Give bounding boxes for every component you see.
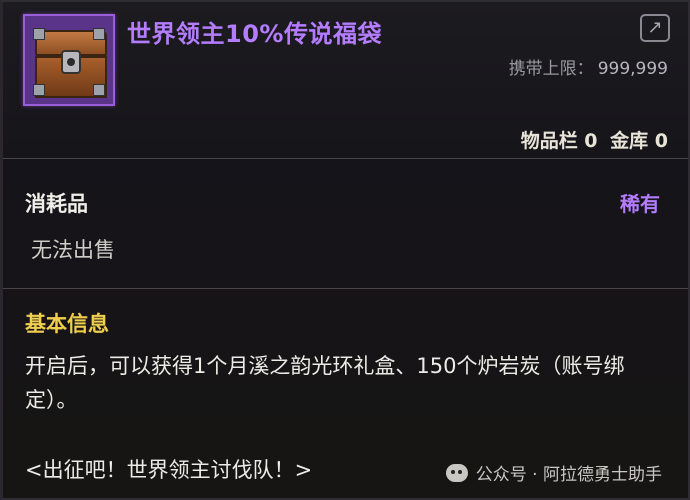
watermark: 公众号 · 阿拉德勇士助手 xyxy=(445,460,662,485)
share-button[interactable]: ↗ xyxy=(640,14,670,42)
carry-limit: 携带上限： 999,999 xyxy=(509,54,668,79)
divider xyxy=(3,288,688,289)
item-title: 世界领主10%传说福袋 xyxy=(127,20,382,48)
item-icon-frame xyxy=(23,14,115,106)
item-tooltip: 世界领主10%传说福袋 ↗ 携带上限： 999,999 物品栏 0 金库 0 消耗… xyxy=(0,0,690,500)
info-section-title: 基本信息 xyxy=(25,312,109,336)
watermark-text: 公众号 · 阿拉德勇士助手 xyxy=(475,465,662,485)
item-type: 消耗品 xyxy=(25,192,88,216)
share-icon: ↗ xyxy=(647,17,663,38)
carry-limit-label: 携带上限： xyxy=(508,59,594,79)
event-name: <出征吧！世界领主讨伐队！> xyxy=(25,458,313,482)
wechat-icon xyxy=(445,463,468,482)
divider xyxy=(3,158,688,159)
carry-limit-value: 999,999 xyxy=(597,59,668,79)
storage-counts: 物品栏 0 金库 0 xyxy=(515,126,668,153)
inventory-count: 物品栏 0 xyxy=(520,130,598,152)
sell-status: 无法出售 xyxy=(31,238,115,262)
bank-count: 金库 0 xyxy=(610,130,668,152)
item-rarity: 稀有 xyxy=(620,192,660,216)
item-description: 开启后，可以获得1个月溪之韵光环礼盒、150个炉岩炭（账号绑定）。 xyxy=(25,354,625,412)
